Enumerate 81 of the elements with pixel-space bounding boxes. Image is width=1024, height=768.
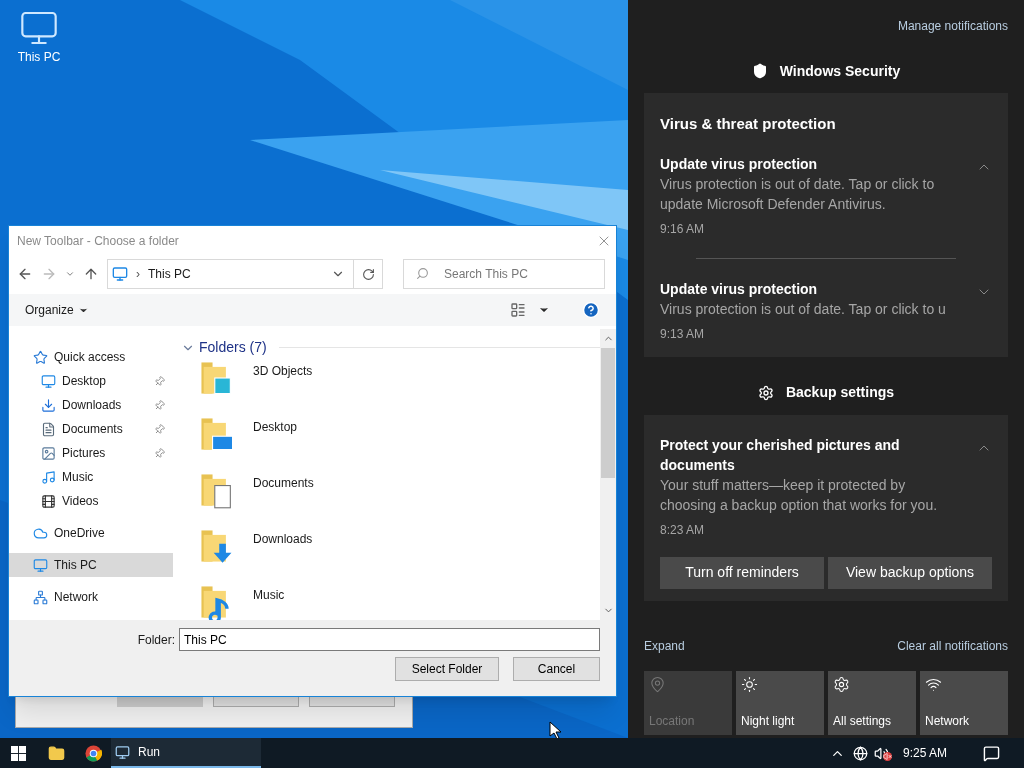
help-icon[interactable] bbox=[582, 301, 600, 319]
clear-all-link[interactable]: Clear all notifications bbox=[897, 637, 1008, 655]
dialog-button[interactable]: Cancel bbox=[513, 657, 600, 681]
cloud-icon bbox=[33, 525, 48, 541]
folder-field[interactable]: This PC bbox=[179, 628, 600, 651]
network-icon[interactable] bbox=[852, 745, 868, 761]
quick-action-tile[interactable]: Network bbox=[920, 671, 1008, 735]
notification-action-button[interactable]: View backup options bbox=[828, 556, 992, 589]
network-icon bbox=[33, 589, 48, 605]
taskbar-app[interactable]: Run bbox=[111, 738, 261, 768]
notification-title[interactable]: Protect your cherished pictures and documents bbox=[660, 434, 976, 475]
nav-item[interactable]: Music bbox=[9, 465, 173, 489]
mouse-pointer-icon bbox=[549, 721, 561, 738]
music-note-icon bbox=[41, 469, 56, 485]
folder-label: Folder: bbox=[137, 631, 175, 649]
view-icon[interactable] bbox=[510, 302, 526, 318]
notification-body: Virus protection is out of date. Tap or click to update Microsoft Defender Antivirus. bbox=[660, 174, 936, 214]
volume-icon[interactable] bbox=[873, 745, 889, 761]
nav-item[interactable]: Documents bbox=[9, 417, 173, 441]
group-label: Folders (7) bbox=[199, 338, 267, 357]
breadcrumb: This PC bbox=[148, 266, 192, 283]
search-icon bbox=[416, 267, 429, 280]
gear-icon bbox=[757, 384, 774, 401]
dialog-button[interactable]: Select Folder bbox=[395, 657, 499, 681]
download-icon bbox=[41, 397, 56, 413]
group-title: Virus & threat protection bbox=[660, 114, 837, 134]
notification-time: 9:16 AM bbox=[660, 220, 706, 238]
shield-icon bbox=[751, 63, 768, 79]
folder-item[interactable]: Desktop bbox=[197, 414, 600, 470]
monitor-icon bbox=[41, 373, 56, 389]
quick-action-tile[interactable]: Night light bbox=[736, 671, 824, 735]
back-icon[interactable] bbox=[17, 266, 33, 282]
location-icon bbox=[649, 676, 666, 693]
nav-item[interactable]: This PC bbox=[9, 553, 173, 577]
folder-icon[interactable] bbox=[48, 744, 65, 762]
star-icon bbox=[33, 349, 48, 365]
film-icon bbox=[41, 493, 56, 509]
desktop-icon[interactable]: This PC bbox=[12, 8, 66, 66]
nav-item[interactable]: Network bbox=[9, 585, 173, 609]
nav-item[interactable]: Downloads bbox=[9, 393, 173, 417]
breadcrumb-separator: › bbox=[136, 266, 140, 283]
recent-icon[interactable] bbox=[65, 269, 75, 279]
monitor-icon bbox=[112, 266, 128, 282]
network-icon bbox=[925, 676, 942, 693]
search-field[interactable]: Search This PC bbox=[403, 259, 605, 289]
monitor-icon bbox=[33, 557, 48, 573]
folder-item[interactable]: 3D Objects bbox=[197, 358, 600, 414]
document-icon bbox=[41, 421, 56, 437]
folder-item[interactable]: Downloads bbox=[197, 526, 600, 582]
notification-icon[interactable] bbox=[983, 744, 1000, 762]
nav-item[interactable]: Quick access bbox=[9, 345, 173, 369]
organize-button[interactable]: Organize bbox=[25, 301, 89, 319]
refresh-icon[interactable] bbox=[361, 267, 375, 281]
folder-item[interactable]: Documents bbox=[197, 470, 600, 526]
notification-title[interactable]: Update virus protection bbox=[660, 278, 976, 299]
notification-title[interactable]: Update virus protection bbox=[660, 153, 976, 174]
expand-link[interactable]: Expand bbox=[644, 637, 685, 655]
notification-body: Your stuff matters—keep it protected by choosing a backup option that works for you. bbox=[660, 475, 939, 515]
app-name: Backup settings bbox=[785, 383, 895, 402]
notification-body: Virus protection is out of date. Tap or click to u bbox=[660, 299, 947, 319]
browser-icon[interactable] bbox=[85, 744, 102, 762]
nav-item[interactable]: Desktop bbox=[9, 369, 173, 393]
settings-icon bbox=[833, 676, 850, 693]
nav-item[interactable]: Videos bbox=[9, 489, 173, 513]
picture-icon bbox=[41, 445, 56, 461]
window-title: New Toolbar - Choose a folder bbox=[17, 233, 180, 250]
windows-logo-icon[interactable] bbox=[11, 745, 26, 761]
nav-item[interactable]: Pictures bbox=[9, 441, 173, 465]
notification-action-button[interactable]: Turn off reminders bbox=[660, 556, 824, 589]
nav-item[interactable]: OneDrive bbox=[9, 521, 173, 545]
manage-notifications-link[interactable]: Manage notifications bbox=[897, 17, 1008, 35]
group-header[interactable]: Folders (7) bbox=[181, 337, 600, 358]
notification-time: 8:23 AM bbox=[660, 521, 706, 539]
address-bar[interactable]: › This PC bbox=[107, 259, 383, 289]
clock[interactable]: 9:25 AM bbox=[902, 744, 947, 762]
notification-time: 9:13 AM bbox=[660, 325, 706, 343]
up-icon[interactable] bbox=[83, 266, 99, 282]
quick-action-tile[interactable]: All settings bbox=[828, 671, 916, 735]
scrollbar[interactable] bbox=[600, 329, 616, 620]
sun-icon bbox=[741, 676, 758, 693]
app-name: Windows Security bbox=[779, 61, 901, 81]
